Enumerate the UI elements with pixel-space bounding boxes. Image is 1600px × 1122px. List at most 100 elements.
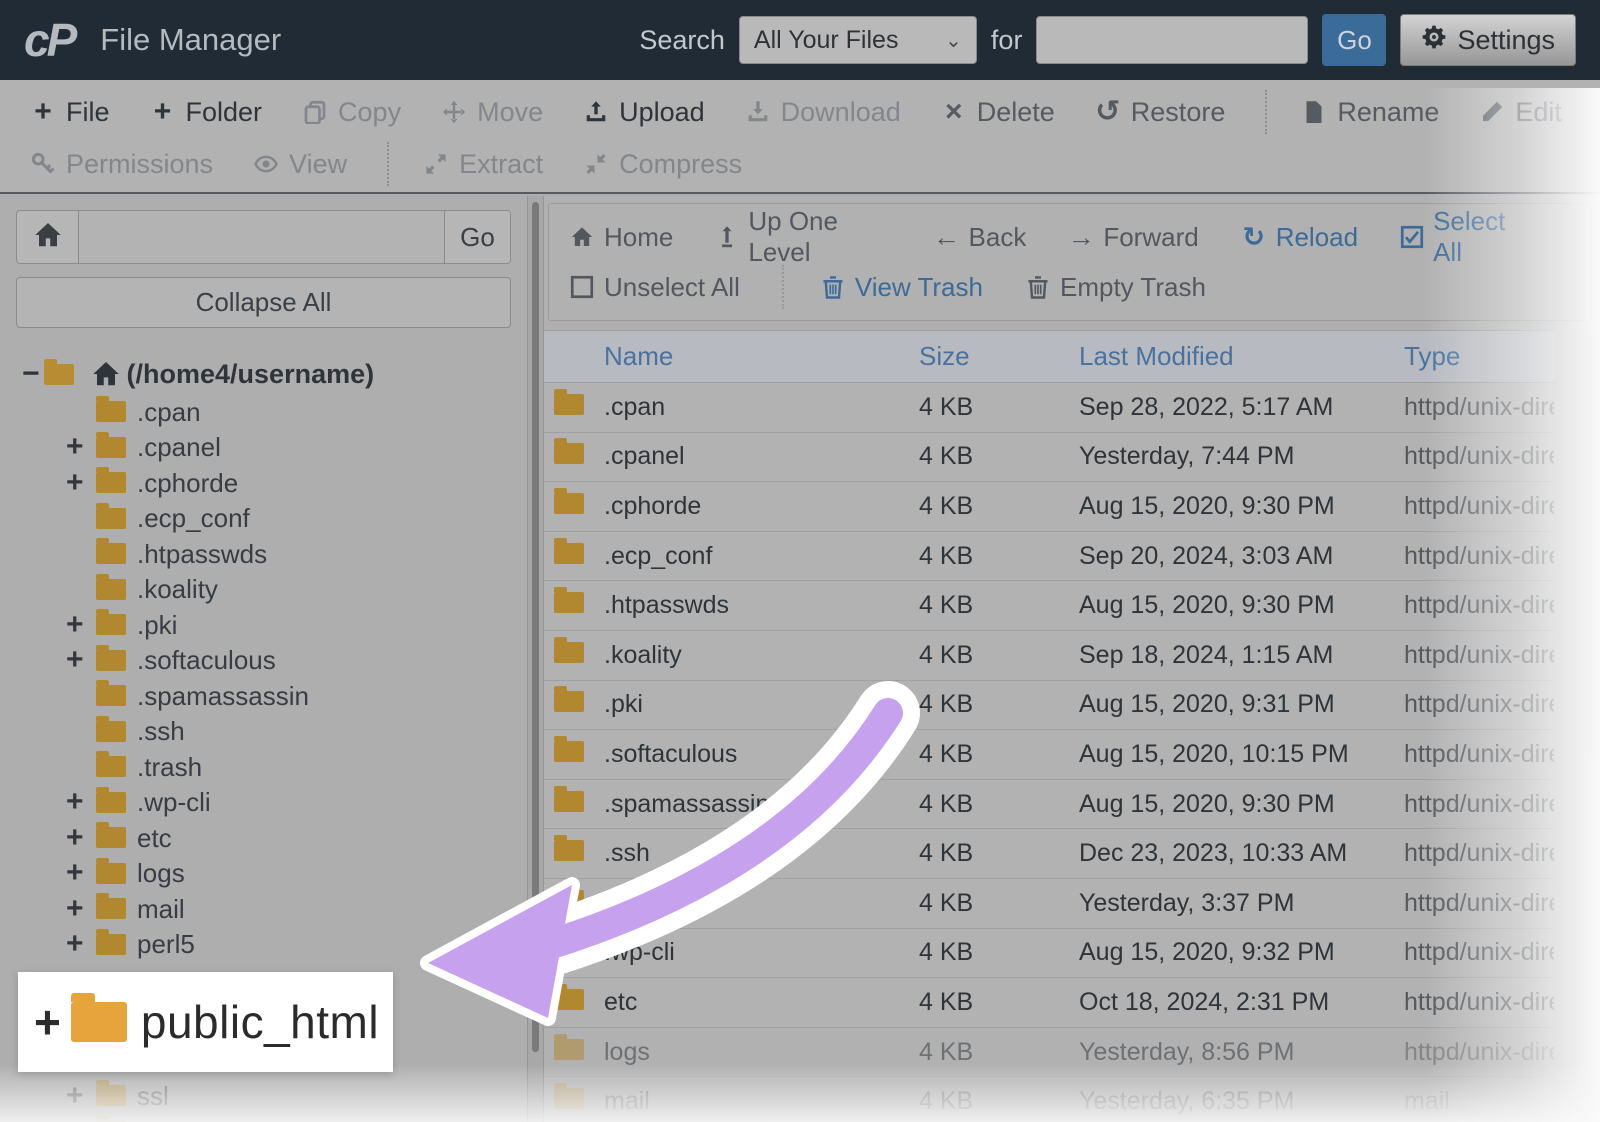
settings-button[interactable]: Settings (1400, 14, 1576, 66)
expand-plus-icon[interactable]: + (34, 995, 61, 1049)
pane-divider[interactable] (527, 196, 544, 1122)
table-row-spamassassin[interactable]: .spamassassin4 KBAug 15, 2020, 9:30 PMht… (544, 780, 1554, 830)
nav-select-all-link[interactable]: Select All (1400, 206, 1529, 268)
folder-icon (554, 741, 584, 762)
tree-item-mail[interactable]: +mail (16, 891, 511, 927)
open-folder-icon (44, 364, 74, 385)
toolbar-permissions-button[interactable]: Permissions (30, 149, 213, 180)
table-row-cpan[interactable]: .cpan4 KBSep 28, 2022, 5:17 AMhttpd/unix… (544, 383, 1554, 433)
file-table: Name Size Last Modified Type .cpan4 KBSe… (544, 330, 1554, 1122)
collapse-all-button[interactable]: Collapse All (16, 277, 511, 328)
file-modified-cell: Yesterday, 7:44 PM (1079, 442, 1404, 471)
tree-item-perl5[interactable]: + perl5 (16, 927, 511, 963)
toolbar-rename-button[interactable]: Rename (1301, 97, 1439, 128)
tree-item-spamassassin[interactable]: +.spamassassin (16, 678, 511, 714)
folder-icon (554, 989, 584, 1010)
table-row-pki[interactable]: .pki4 KBAug 15, 2020, 9:31 PMhttpd/unix-… (544, 681, 1554, 731)
tree-item-trash[interactable]: +.trash (16, 749, 511, 785)
tree-item-softaculous[interactable]: +.softaculous (16, 643, 511, 679)
expand-plus-icon[interactable]: + (66, 785, 96, 819)
search-go-button[interactable]: Go (1322, 14, 1386, 66)
tree-root-home[interactable]: − (/home4/username) (16, 354, 511, 394)
nav-view-trash-link[interactable]: View Trash (820, 272, 983, 303)
collapse-minus-icon[interactable]: − (22, 357, 40, 391)
toolbar-delete-button[interactable]: ×Delete (941, 97, 1055, 128)
nav-reload-link[interactable]: ↻Reload (1241, 222, 1358, 253)
expand-plus-icon[interactable]: + (66, 892, 96, 926)
scrollbar-thumb[interactable] (532, 202, 539, 1052)
toolbar-button-label: Edit (1515, 97, 1562, 128)
toolbar-extract-button[interactable]: Extract (423, 149, 543, 180)
file-pane-scrollbar[interactable] (1588, 336, 1596, 756)
table-row-cphorde[interactable]: .cphorde4 KBAug 15, 2020, 9:30 PMhttpd/u… (544, 482, 1554, 532)
table-row-ssh[interactable]: .ssh4 KBDec 23, 2023, 10:33 AMhttpd/unix… (544, 829, 1554, 879)
tree-item-pki[interactable]: +.pki (16, 607, 511, 643)
nav-home-link[interactable]: Home (569, 222, 673, 253)
table-row-etc[interactable]: etc4 KBOct 18, 2024, 2:31 PMhttpd/unix-d… (544, 978, 1554, 1028)
home-path-button[interactable] (16, 210, 78, 264)
tree-item-cpanel[interactable]: +.cpanel (16, 430, 511, 466)
expand-plus-icon[interactable]: + (66, 1114, 96, 1122)
table-row-cpanel[interactable]: .cpanel4 KBYesterday, 7:44 PMhttpd/unix-… (544, 433, 1554, 483)
table-row-softaculous[interactable]: .softaculous4 KBAug 15, 2020, 10:15 PMht… (544, 730, 1554, 780)
nav-forward-link[interactable]: →Forward (1068, 222, 1198, 253)
expand-plus-icon[interactable]: + (66, 927, 96, 961)
expand-plus-icon[interactable]: + (66, 643, 96, 677)
toolbar-download-button[interactable]: Download (745, 97, 901, 128)
table-row-koality[interactable]: .koality4 KBSep 18, 2024, 1:15 AMhttpd/u… (544, 631, 1554, 681)
toolbar-copy-button[interactable]: Copy (302, 97, 401, 128)
tree-item-label: .htpasswds (137, 541, 267, 567)
tree-item-logs[interactable]: +logs (16, 856, 511, 892)
tree-item-cpan[interactable]: +.cpan (16, 394, 511, 430)
table-row-mail[interactable]: mail4 KBYesterday, 6:35 PMmail (544, 1077, 1554, 1122)
tree-item-etc[interactable]: +etc (16, 820, 511, 856)
column-header-modified[interactable]: Last Modified (1079, 341, 1404, 372)
expand-plus-icon[interactable]: + (66, 856, 96, 890)
file-modified-cell: Aug 15, 2020, 9:30 PM (1079, 591, 1404, 620)
column-header-size[interactable]: Size (919, 341, 1079, 372)
tree-item-ssl[interactable]: +ssl (16, 1078, 511, 1114)
toolbar-file-button[interactable]: +File (30, 97, 110, 128)
table-row-wp-cli[interactable]: .wp-cli4 KBAug 15, 2020, 9:32 PMhttpd/un… (544, 929, 1554, 979)
toolbar-folder-button[interactable]: +Folder (150, 97, 263, 128)
toolbar-view-button[interactable]: View (253, 149, 347, 180)
toolbar-edit-button[interactable]: Edit (1479, 97, 1562, 128)
table-row-ecp-conf[interactable]: .ecp_conf4 KBSep 20, 2024, 3:03 AMhttpd/… (544, 532, 1554, 582)
file-pane-nav: Home Up One Level ←Back →Forward ↻Reload Sele… (548, 203, 1592, 321)
toolbar-upload-button[interactable]: Upload (583, 97, 705, 128)
search-input[interactable] (1036, 16, 1308, 64)
tree-item-htpasswds[interactable]: +.htpasswds (16, 536, 511, 572)
expand-plus-icon[interactable]: + (66, 608, 96, 642)
tree-item-koality[interactable]: +.koality (16, 572, 511, 608)
expand-plus-icon[interactable]: + (66, 430, 96, 464)
toolbar-restore-button[interactable]: ↺Restore (1095, 97, 1226, 128)
file-name-cell: .pki (604, 690, 919, 719)
home-icon (569, 224, 595, 250)
expand-plus-icon[interactable]: + (66, 821, 96, 855)
table-row-htpasswds[interactable]: .htpasswds4 KBAug 15, 2020, 9:30 PMhttpd… (544, 581, 1554, 631)
expand-plus-icon[interactable]: + (66, 1079, 96, 1113)
column-header-name[interactable]: Name (604, 341, 919, 372)
tree-item-ecp-conf[interactable]: +.ecp_conf (16, 501, 511, 537)
tree-item-wp-cli[interactable]: + .wp-cli (16, 785, 511, 821)
tree-item-public-html-highlighted[interactable]: + public_html (18, 972, 393, 1072)
key-icon (30, 151, 56, 177)
path-go-button[interactable]: Go (445, 210, 511, 264)
nav-empty-trash-link[interactable]: Empty Trash (1025, 272, 1206, 303)
tree-item-ssh[interactable]: +.ssh (16, 714, 511, 750)
tree-item-label: .wp-cli (137, 789, 211, 815)
nav-up-one-level-link[interactable]: Up One Level (715, 206, 891, 268)
search-scope-select[interactable]: All Your Files ⌄ (739, 16, 977, 64)
tree-item-cphorde[interactable]: +.cphorde (16, 465, 511, 501)
tree-item-tmp[interactable]: +tmp (16, 1114, 511, 1122)
path-input[interactable] (78, 210, 445, 264)
nav-unselect-all-link[interactable]: Unselect All (569, 272, 740, 303)
toolbar-move-button[interactable]: Move (441, 97, 543, 128)
nav-back-link[interactable]: ←Back (934, 222, 1027, 253)
toolbar-compress-button[interactable]: Compress (583, 149, 742, 180)
column-header-type[interactable]: Type (1404, 341, 1554, 372)
tree-item-label: perl5 (137, 931, 195, 957)
expand-plus-icon[interactable]: + (66, 466, 96, 500)
table-row-logs[interactable]: logs4 KBYesterday, 8:56 PMhttpd/unix-dir… (544, 1028, 1554, 1078)
table-row-trash[interactable]: .trash4 KBYesterday, 3:37 PMhttpd/unix-d… (544, 879, 1554, 929)
